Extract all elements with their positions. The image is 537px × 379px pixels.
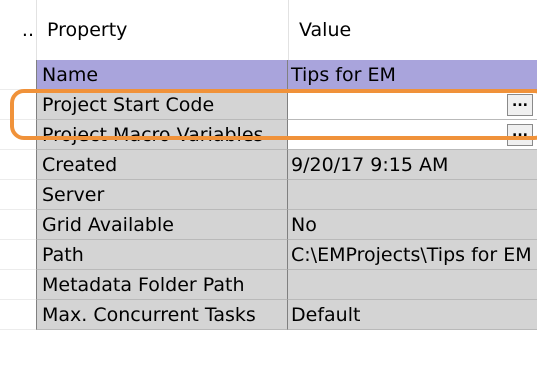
- property-value[interactable]: Default: [288, 300, 537, 330]
- property-row-project-macro-variables[interactable]: Project Macro Variables ...: [0, 120, 537, 150]
- property-name[interactable]: Project Start Code: [36, 90, 288, 120]
- property-name[interactable]: Project Macro Variables: [36, 120, 288, 150]
- property-value[interactable]: C:\EMProjects\Tips for EM: [288, 240, 537, 270]
- property-row-project-start-code[interactable]: Project Start Code ...: [0, 90, 537, 120]
- row-gutter: [0, 180, 36, 210]
- property-value-input[interactable]: ...: [288, 90, 537, 120]
- property-name[interactable]: Server: [36, 180, 288, 210]
- property-name[interactable]: Path: [36, 240, 288, 270]
- row-gutter: [0, 300, 36, 330]
- property-value[interactable]: No: [288, 210, 537, 240]
- row-gutter: [0, 240, 36, 270]
- row-gutter: [0, 270, 36, 300]
- header-value[interactable]: Value: [288, 0, 537, 60]
- property-name[interactable]: Name: [36, 60, 288, 90]
- ellipsis-button[interactable]: ...: [507, 94, 533, 116]
- property-name[interactable]: Created: [36, 150, 288, 180]
- header-property[interactable]: Property: [36, 0, 288, 60]
- property-name[interactable]: Max. Concurrent Tasks: [36, 300, 288, 330]
- property-row-grid-available[interactable]: Grid Available No: [0, 210, 537, 240]
- property-value-input[interactable]: ...: [288, 120, 537, 150]
- property-row-path[interactable]: Path C:\EMProjects\Tips for EM: [0, 240, 537, 270]
- row-gutter: [0, 90, 36, 120]
- row-gutter: [0, 60, 36, 90]
- property-row-created[interactable]: Created 9/20/17 9:15 AM: [0, 150, 537, 180]
- property-row-server[interactable]: Server: [0, 180, 537, 210]
- property-row-metadata-folder-path[interactable]: Metadata Folder Path: [0, 270, 537, 300]
- property-row-name[interactable]: Name Tips for EM: [0, 60, 537, 90]
- row-gutter: [0, 150, 36, 180]
- property-name[interactable]: Grid Available: [36, 210, 288, 240]
- header-gutter[interactable]: ..: [0, 0, 36, 60]
- grid-header: .. Property Value: [0, 0, 537, 61]
- row-gutter: [0, 120, 36, 150]
- property-name[interactable]: Metadata Folder Path: [36, 270, 288, 300]
- property-row-max-concurrent-tasks[interactable]: Max. Concurrent Tasks Default: [0, 300, 537, 330]
- property-value[interactable]: [288, 270, 537, 300]
- property-value[interactable]: [288, 180, 537, 210]
- property-value[interactable]: 9/20/17 9:15 AM: [288, 150, 537, 180]
- properties-grid: .. Property Value Name Tips for EM Proje…: [0, 0, 537, 379]
- property-value[interactable]: Tips for EM: [288, 60, 537, 90]
- row-gutter: [0, 210, 36, 240]
- ellipsis-button[interactable]: ...: [507, 124, 533, 146]
